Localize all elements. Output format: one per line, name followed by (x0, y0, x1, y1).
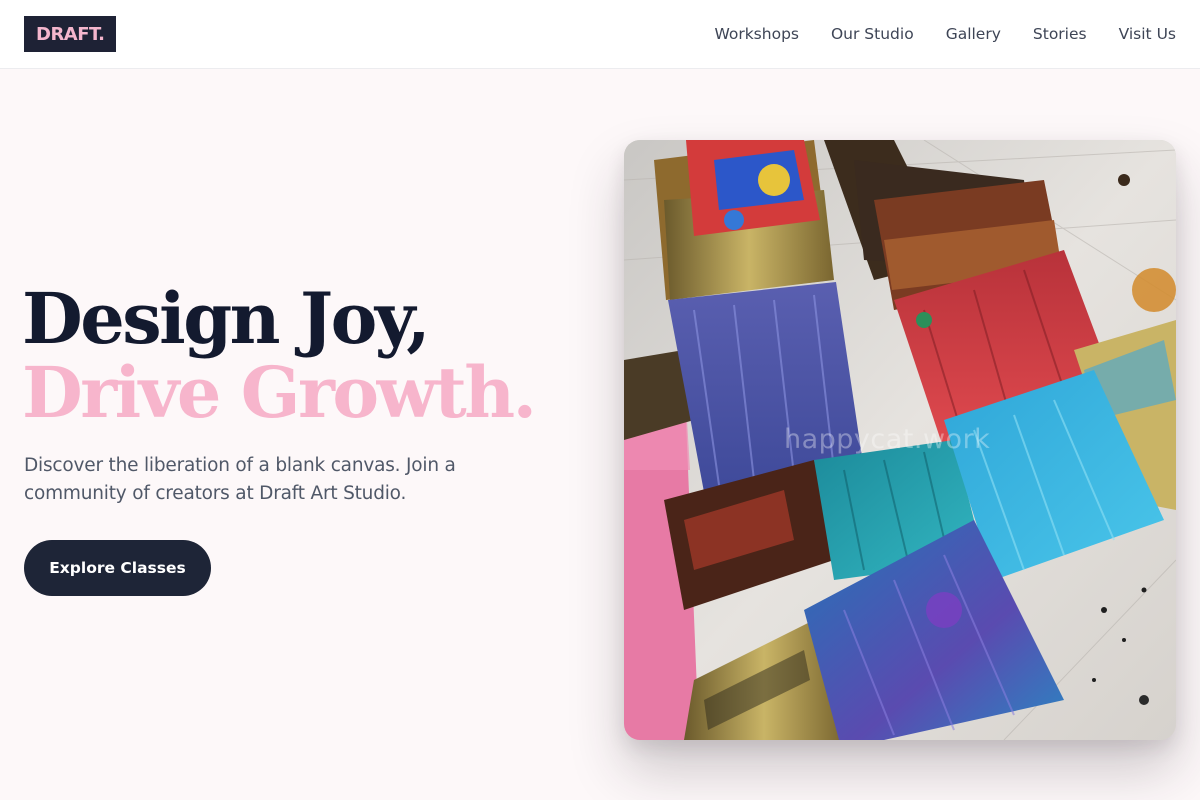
logo[interactable]: DRAFT. (24, 16, 117, 52)
nav-link-stories[interactable]: Stories (1033, 25, 1087, 43)
hero-description: Discover the liberation of a blank canva… (24, 455, 456, 504)
main-nav: Workshops Our Studio Gallery Stories Vis… (714, 0, 1176, 68)
hero-title-line-1: Design Joy, (22, 277, 431, 360)
explore-classes-button[interactable]: Explore Classes (24, 540, 211, 596)
nav-link-visit-us[interactable]: Visit Us (1119, 25, 1176, 43)
nav-link-gallery[interactable]: Gallery (946, 25, 1001, 43)
nav-link-our-studio[interactable]: Our Studio (831, 25, 914, 43)
hero-image: happycat.work (624, 140, 1176, 740)
image-watermark: happycat.work (784, 424, 991, 455)
site-header: DRAFT. Workshops Our Studio Gallery Stor… (0, 0, 1200, 69)
hero-title: Design Joy, Drive Growth. (22, 277, 537, 434)
nav-link-workshops[interactable]: Workshops (714, 25, 799, 43)
hero-title-line-2: Drive Growth. (22, 351, 537, 434)
